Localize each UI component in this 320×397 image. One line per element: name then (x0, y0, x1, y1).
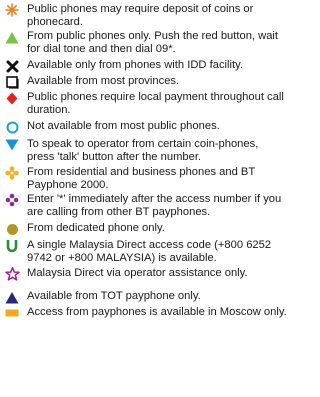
navy-triangle-icon (4, 290, 20, 304)
access-notes-legend: Public phones may require deposit of coi… (0, 0, 290, 397)
outlined-square-icon (4, 75, 20, 89)
legend-text: Public phones may require deposit of coi… (27, 3, 254, 28)
legend-text: Available only from phones with IDD faci… (27, 59, 243, 71)
legend-text: Not available from most public phones. (27, 120, 220, 132)
olive-circle-icon (4, 222, 20, 236)
legend-text: From residential and business phones and… (27, 166, 256, 191)
blue-down-triangle-icon (4, 138, 20, 152)
legend-text: Malaysia Direct via operator assistance … (27, 267, 248, 279)
green-u-icon (4, 239, 20, 253)
legend-text: From public phones only. Push the red bu… (27, 30, 279, 55)
green-triangle-icon (4, 30, 20, 44)
legend-text: To speak to operator from certain coin-p… (27, 138, 259, 163)
purple-star-icon (4, 267, 20, 281)
legend-text: Access from payphones is available in Mo… (27, 306, 287, 318)
orange-bar-icon (4, 306, 20, 320)
black-cross-icon (4, 59, 20, 73)
legend-text: A single Malaysia Direct access code (+8… (27, 239, 272, 264)
purple-dots-icon (4, 193, 20, 207)
yellow-flower-icon (4, 166, 20, 180)
teal-ring-icon (4, 120, 20, 134)
legend-text: Available from most provinces. (27, 75, 180, 87)
red-diamond-icon (4, 91, 20, 105)
legend-text: From dedicated phone only. (27, 222, 165, 234)
legend-text: Available from TOT payphone only. (27, 290, 201, 302)
legend-text: Public phones require local payment thro… (27, 91, 284, 116)
orange-asterisk-icon (4, 3, 20, 17)
legend-text: Enter '*' immediately after the access n… (27, 193, 282, 218)
